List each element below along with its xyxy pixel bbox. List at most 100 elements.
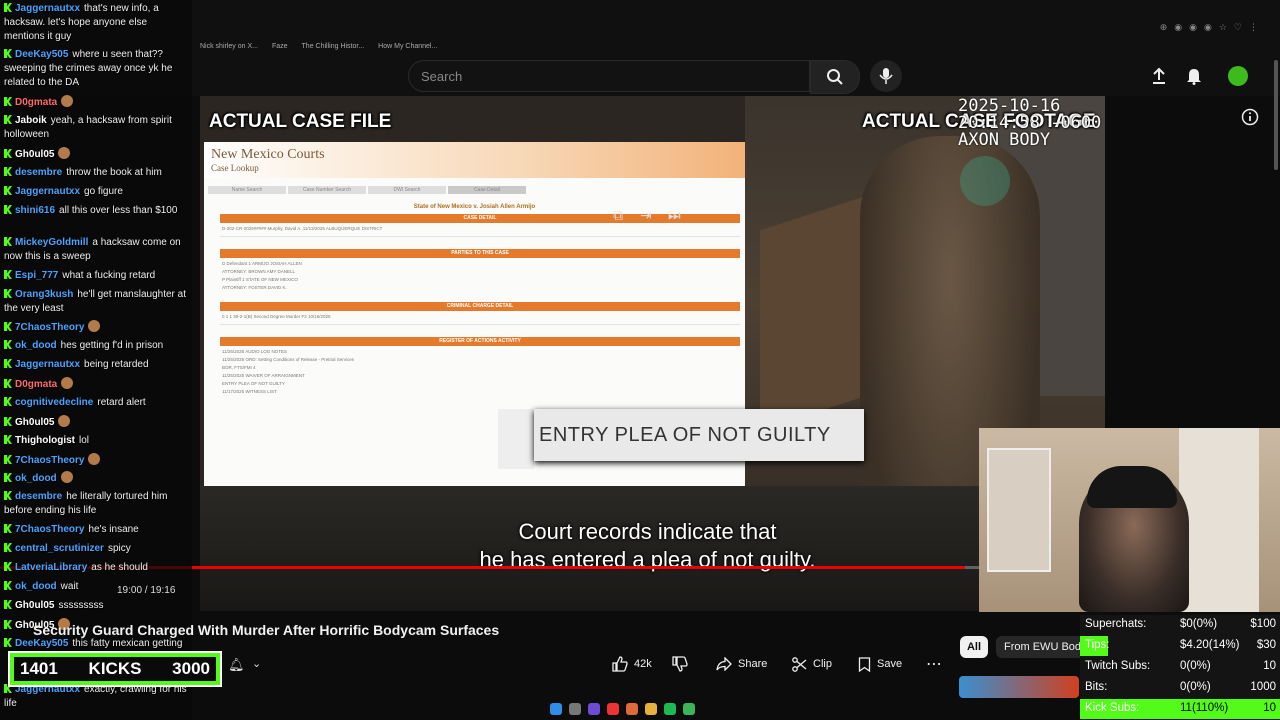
search-button[interactable] (810, 60, 860, 94)
chat-username[interactable]: 7ChaosTheory (15, 455, 84, 466)
emote-icon (61, 95, 74, 107)
heart-icon[interactable]: ♡ (1234, 22, 1242, 33)
chat-username[interactable]: Espi_777 (15, 270, 58, 281)
kick-badge-icon (4, 3, 12, 12)
chat-username[interactable]: Orang3kush (15, 289, 73, 300)
chevron-down-icon[interactable]: ⌄ (252, 657, 261, 670)
recommended-video-thumbnail[interactable] (959, 676, 1079, 698)
menu-dots-icon[interactable]: ⋮ (1249, 22, 1258, 33)
bookmark-item[interactable]: Nick shirley on X... (200, 43, 258, 50)
upload-button[interactable] (1147, 64, 1171, 88)
chat-username[interactable]: Jaggernautxx (15, 186, 80, 197)
folder-icon[interactable] (645, 703, 657, 715)
divider (220, 236, 740, 237)
chat-username[interactable]: D0gmata (15, 379, 57, 390)
clip-button[interactable]: Clip (792, 651, 832, 677)
chat-username[interactable]: MickeyGoldmill (15, 237, 88, 248)
chat-username[interactable]: ok_dood (15, 473, 57, 484)
zoom-icon[interactable]: ⊕ (1160, 22, 1168, 33)
goal-row: Bits: 0(0%) 1000 (1080, 678, 1280, 698)
chat-username[interactable]: cognitivedecline (15, 397, 93, 408)
chat-username[interactable]: Jaggernautxx (15, 3, 80, 14)
kicks-goal-bar: 1401 KICKS 3000 (8, 651, 222, 687)
party-row: D Defendant 1 ARMIJO JOSIAH ALLEN (222, 261, 302, 266)
account-button[interactable] (1226, 64, 1250, 88)
case-name: State of New Mexico v. Josiah Allen Armi… (413, 204, 536, 210)
chat-text: retard alert (97, 397, 146, 408)
like-button[interactable]: 42k (612, 651, 652, 677)
discord-icon[interactable] (588, 703, 600, 715)
spotify-icon[interactable] (664, 703, 676, 715)
bookmark-item[interactable]: How My Channel... (378, 43, 437, 50)
chat-username[interactable]: ok_dood (15, 581, 57, 592)
chat-username[interactable]: shini616 (15, 205, 55, 216)
chat-message: DeeKay505 where u seen that?? sweeping th… (4, 48, 188, 90)
kick-badge-icon (4, 186, 12, 195)
chat-username[interactable]: desembre (15, 167, 62, 178)
case-section-header: PARTIES TO THIS CASE (220, 249, 740, 258)
chat-message: LatveriaLibrary as he should (4, 561, 188, 575)
chat-username[interactable]: DeeKay505 (15, 49, 68, 60)
chat-username[interactable]: central_scrutinizer (15, 543, 104, 554)
bookmark-item[interactable]: The Chilling Histor... (302, 43, 365, 50)
chat-message: central_scrutinizer spicy (4, 542, 188, 556)
chat-username[interactable]: Gh0ul05 (15, 600, 54, 611)
case-section-header: REGISTER OF ACTIONS ACTIVITY (220, 337, 740, 346)
like-count: 42k (634, 658, 652, 670)
miniplayer-icon[interactable]: ⧉ (613, 207, 623, 224)
kick-badge-icon (4, 524, 12, 533)
more-actions-button[interactable]: ⋯ (926, 651, 942, 677)
chat-message: Gh0ul05 (4, 415, 188, 430)
info-icon[interactable] (1241, 108, 1259, 131)
share-button[interactable]: Share (716, 651, 767, 677)
chat-username[interactable]: desembre (15, 491, 62, 502)
chat-username[interactable]: 7ChaosTheory (15, 524, 84, 535)
chip-from-channel[interactable]: From EWU Body (996, 636, 1084, 658)
chat-username[interactable]: Jaggernautxx (15, 359, 80, 370)
chat-username[interactable]: Thighologist (15, 435, 75, 446)
save-label: Save (877, 658, 903, 670)
voice-search-button[interactable] (870, 60, 902, 92)
chat-username[interactable]: DeeKay505 (15, 638, 68, 649)
extension-icon[interactable]: ◉ (1189, 22, 1197, 33)
cast-icon[interactable]: ⇥ (640, 207, 652, 224)
chat-username[interactable]: Gh0ul05 (15, 417, 54, 428)
share-icon (716, 657, 732, 671)
chip-all[interactable]: All (960, 636, 988, 658)
case-file-tabs: Name Search Case Number Search DWI Searc… (208, 186, 745, 194)
extension-icon[interactable]: ◉ (1174, 22, 1182, 33)
scrollbar[interactable] (1274, 60, 1278, 170)
stream-goals-panel: Superchats: $0(0%) $100 Tips: $4.20(14%) $30 T… (1080, 615, 1280, 720)
obs-icon[interactable] (607, 703, 619, 715)
streamer-cap (1087, 466, 1177, 508)
chat-username[interactable]: Jaboik (15, 115, 47, 126)
action-row: 11/25/2025 WAIVER OF ARRAIGNMENT (222, 373, 305, 378)
extension-icon[interactable]: ◉ (1204, 22, 1212, 33)
save-button[interactable]: Save (858, 651, 902, 677)
case-detail-row: D-202-CR-2025##### Murphy, David A. 11/1… (222, 226, 383, 231)
chat-username[interactable]: 7ChaosTheory (15, 322, 84, 333)
kick-badge-icon (4, 491, 12, 500)
windows-start-icon[interactable] (550, 703, 562, 715)
chat-message: Jaboik yeah, a hacksaw from spirit hollow… (4, 114, 188, 142)
notifications-button[interactable] (1182, 64, 1206, 88)
goal-label: Superchats: (1085, 618, 1147, 630)
chat-username[interactable]: ok_dood (15, 340, 57, 351)
chat-username[interactable]: Gh0ul05 (15, 149, 54, 160)
dislike-button[interactable] (672, 651, 688, 677)
next-icon[interactable]: ⏭ (668, 207, 681, 224)
kick-badge-icon (4, 562, 12, 571)
chrome-icon[interactable] (626, 703, 638, 715)
goal-label: Bits: (1085, 681, 1108, 693)
chat-username[interactable]: D0gmata (15, 97, 57, 108)
notification-bell-icon[interactable]: 🔔︎ (228, 657, 245, 673)
search-taskbar-icon[interactable] (569, 703, 581, 715)
chat-message: Gh0ul05 (4, 147, 188, 162)
bookmark-item[interactable]: Faze (272, 43, 288, 50)
star-icon[interactable]: ☆ (1219, 22, 1227, 33)
search-input[interactable]: Search (408, 60, 810, 92)
chat-username[interactable]: LatveriaLibrary (15, 562, 87, 573)
app-icon[interactable] (683, 703, 695, 715)
case-section-header: CRIMINAL CHARGE DETAIL (220, 302, 740, 311)
chat-message: Orang3kush he'll get manslaughter at the … (4, 288, 188, 316)
